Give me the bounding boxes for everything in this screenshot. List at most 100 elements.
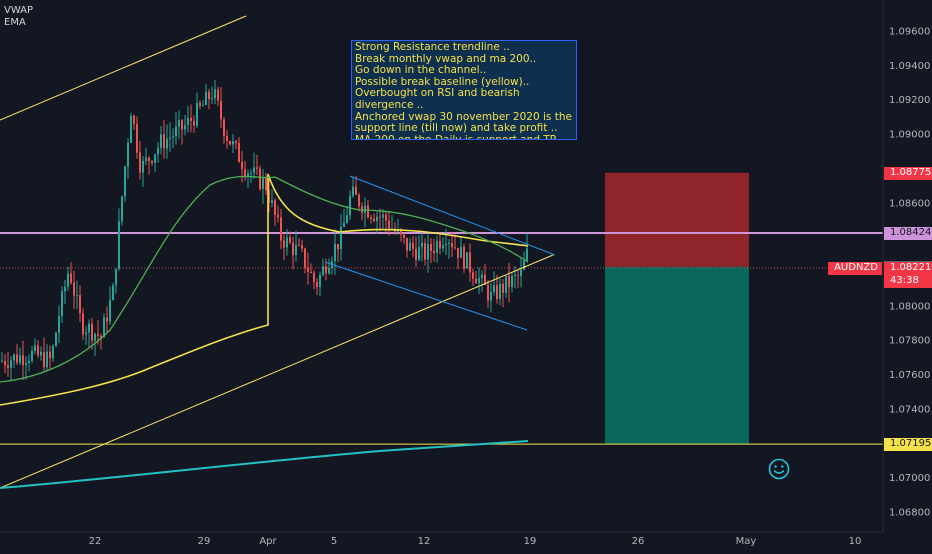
candle-down[interactable]	[241, 162, 243, 170]
candle-down[interactable]	[502, 283, 504, 293]
candle-down[interactable]	[451, 243, 453, 248]
candle-up[interactable]	[520, 269, 522, 276]
candle-down[interactable]	[454, 247, 456, 249]
candle-down[interactable]	[508, 275, 510, 288]
candle-down[interactable]	[136, 123, 138, 153]
candle-down[interactable]	[70, 273, 72, 283]
smiley-face-icon[interactable]	[768, 458, 790, 480]
candle-down[interactable]	[370, 217, 372, 219]
candle-down[interactable]	[256, 167, 258, 169]
candle-down[interactable]	[367, 205, 369, 218]
candle-up[interactable]	[211, 98, 213, 100]
candle-down[interactable]	[220, 100, 222, 120]
candle-down[interactable]	[49, 351, 51, 359]
candle-up[interactable]	[76, 295, 78, 297]
annotation-textbox[interactable]: Strong Resistance trendline .. Break mont…	[351, 40, 577, 140]
candle-up[interactable]	[142, 160, 144, 173]
candle-down[interactable]	[406, 237, 408, 251]
candle-down[interactable]	[199, 102, 201, 106]
candle-down[interactable]	[37, 345, 39, 356]
candle-down[interactable]	[217, 89, 219, 101]
stop-loss-zone[interactable]	[605, 172, 749, 267]
candle-up[interactable]	[55, 332, 57, 347]
candle-down[interactable]	[475, 278, 477, 284]
candle-up[interactable]	[58, 316, 60, 333]
candle-up[interactable]	[295, 244, 297, 255]
candle-up[interactable]	[145, 157, 147, 161]
candle-up[interactable]	[418, 247, 420, 260]
candle-down[interactable]	[298, 244, 300, 246]
candle-up[interactable]	[421, 242, 423, 248]
candle-up[interactable]	[526, 248, 528, 261]
candle-up[interactable]	[376, 216, 378, 222]
candle-up[interactable]	[478, 278, 480, 284]
candle-up[interactable]	[493, 285, 495, 292]
candle-down[interactable]	[91, 323, 93, 341]
candle-up[interactable]	[364, 205, 366, 213]
candle-down[interactable]	[292, 242, 294, 255]
candle-up[interactable]	[511, 275, 513, 288]
candle-down[interactable]	[313, 272, 315, 282]
candle-down[interactable]	[433, 250, 435, 253]
candle-down[interactable]	[337, 243, 339, 250]
candle-down[interactable]	[79, 295, 81, 314]
candle-up[interactable]	[382, 214, 384, 218]
candle-up[interactable]	[322, 266, 324, 275]
candle-up[interactable]	[490, 291, 492, 301]
candle-up[interactable]	[466, 252, 468, 269]
candle-up[interactable]	[328, 267, 330, 274]
candle-down[interactable]	[139, 152, 141, 173]
candle-up[interactable]	[250, 172, 252, 174]
candle-up[interactable]	[253, 167, 255, 173]
candle-up[interactable]	[1, 360, 3, 362]
take-profit-zone[interactable]	[605, 266, 749, 445]
candle-up[interactable]	[94, 333, 96, 341]
candle-up[interactable]	[481, 274, 483, 279]
candle-up[interactable]	[445, 243, 447, 246]
candle-up[interactable]	[115, 268, 117, 286]
candle-down[interactable]	[97, 333, 99, 336]
candle-down[interactable]	[307, 267, 309, 272]
candle-up[interactable]	[340, 226, 342, 250]
candle-down[interactable]	[43, 351, 45, 368]
candle-up[interactable]	[19, 355, 21, 363]
candle-down[interactable]	[469, 252, 471, 273]
candle-up[interactable]	[436, 241, 438, 253]
candle-down[interactable]	[190, 118, 192, 121]
chart-area[interactable]: 1.09600 1.09400 1.09200 1.09000 1.08600 1.080…	[0, 0, 932, 550]
candle-down[interactable]	[82, 313, 84, 335]
candle-down[interactable]	[280, 217, 282, 241]
candle-down[interactable]	[244, 169, 246, 177]
candle-up[interactable]	[31, 350, 33, 361]
candle-up[interactable]	[352, 186, 354, 196]
candle-up[interactable]	[10, 360, 12, 368]
candle-down[interactable]	[223, 119, 225, 137]
candle-down[interactable]	[373, 218, 375, 222]
candle-up[interactable]	[196, 102, 198, 126]
candle-down[interactable]	[496, 285, 498, 300]
candle-up[interactable]	[157, 147, 159, 155]
candle-up[interactable]	[172, 136, 174, 138]
candle-up[interactable]	[112, 285, 114, 300]
candle-up[interactable]	[28, 360, 30, 363]
candle-up[interactable]	[442, 245, 444, 249]
candle-down[interactable]	[439, 241, 441, 249]
candle-up[interactable]	[175, 126, 177, 137]
candle-up[interactable]	[523, 260, 525, 270]
candle-down[interactable]	[355, 186, 357, 195]
candle-up[interactable]	[88, 323, 90, 333]
candle-up[interactable]	[346, 215, 348, 223]
candle-down[interactable]	[106, 317, 108, 322]
candle-down[interactable]	[163, 134, 165, 149]
candle-up[interactable]	[514, 274, 516, 276]
candle-up[interactable]	[124, 166, 126, 197]
candle-up[interactable]	[52, 346, 54, 359]
candle-down[interactable]	[259, 168, 261, 189]
candle-down[interactable]	[4, 360, 6, 366]
candle-down[interactable]	[151, 161, 153, 163]
candle-down[interactable]	[457, 248, 459, 258]
candle-down[interactable]	[430, 243, 432, 251]
candle-up[interactable]	[343, 222, 345, 227]
candle-down[interactable]	[193, 120, 195, 126]
candle-up[interactable]	[202, 104, 204, 106]
